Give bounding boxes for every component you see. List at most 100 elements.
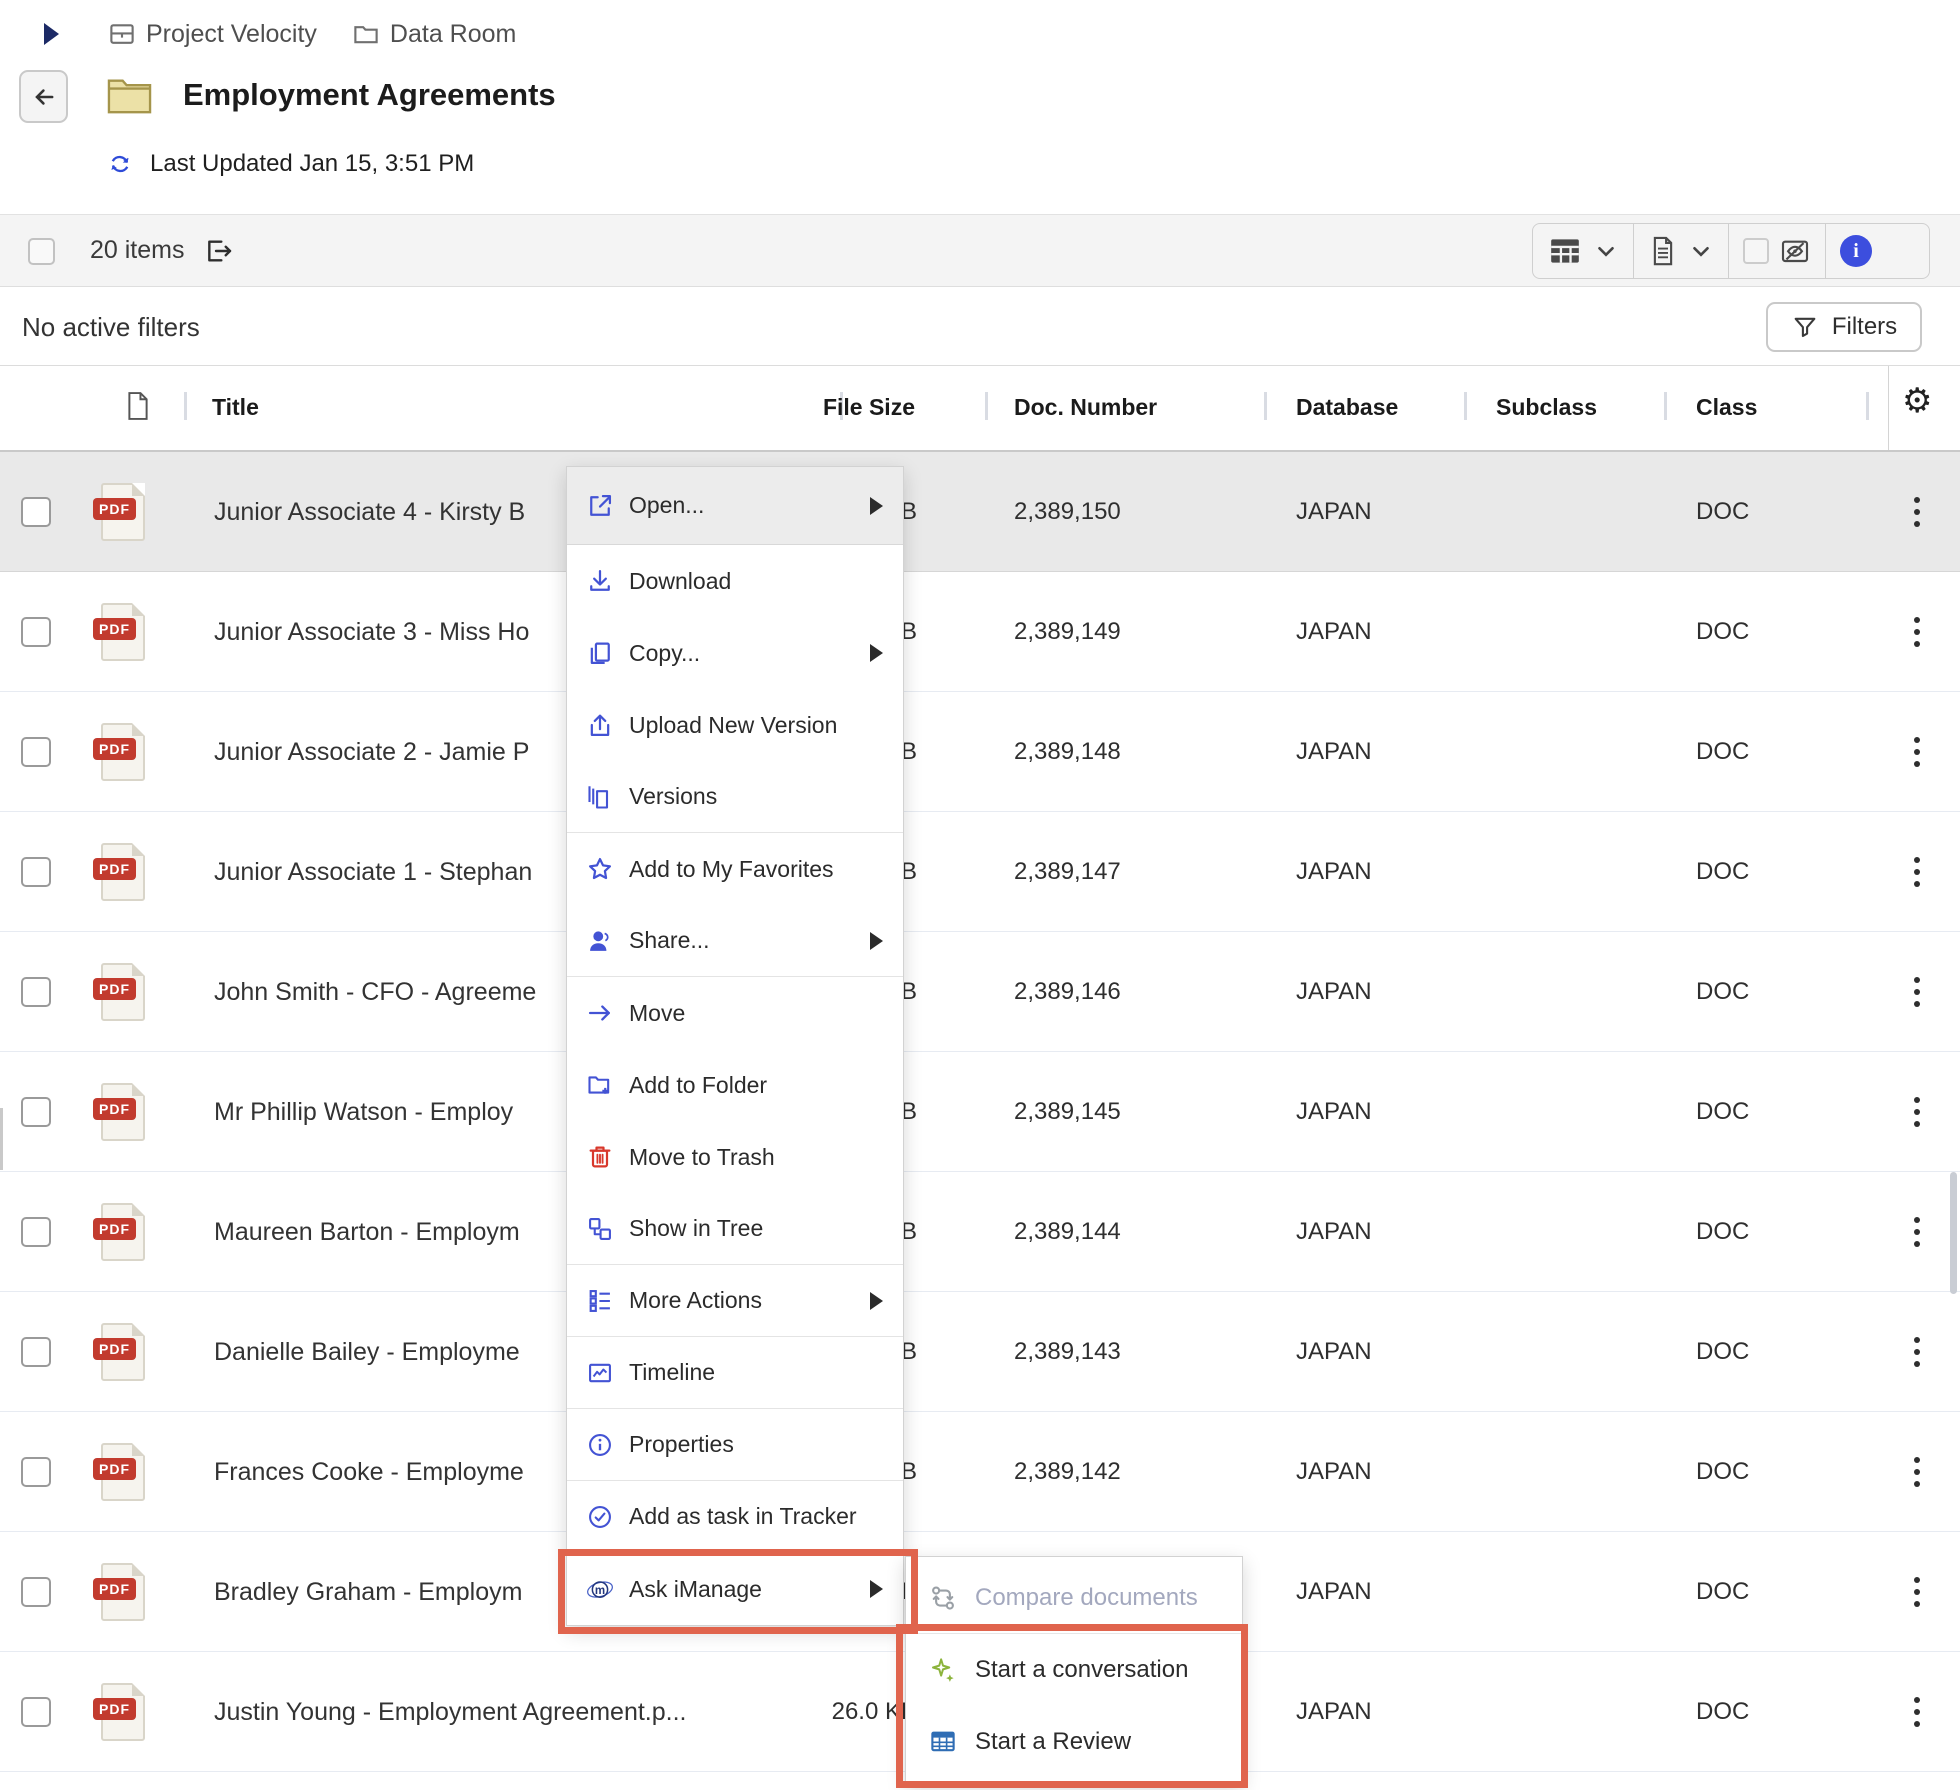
row-checkbox[interactable] xyxy=(21,1457,51,1487)
pdf-file-icon: PDF xyxy=(101,963,145,1021)
menu-item-upload-new-version[interactable]: Upload New Version xyxy=(567,689,903,761)
filters-button[interactable]: Filters xyxy=(1766,302,1922,352)
submenu-arrow-icon xyxy=(870,1292,883,1310)
table-row[interactable]: PDF Junior Associate 2 - Jamie P 26.0 KB… xyxy=(0,692,1960,812)
table-row[interactable]: PDF Junior Associate 1 - Stephan 26.0 KB… xyxy=(0,812,1960,932)
row-title[interactable]: Frances Cooke - Employme xyxy=(214,1458,524,1487)
table-row[interactable]: PDF Frances Cooke - Employme 26.0 KB 2,3… xyxy=(0,1412,1960,1532)
menu-item-copy[interactable]: Copy... xyxy=(567,617,903,689)
row-title[interactable]: John Smith - CFO - Agreeme xyxy=(214,978,536,1007)
table-row[interactable]: PDF Junior Associate 3 - Miss Ho 26.0 KB… xyxy=(0,572,1960,692)
table-row[interactable]: PDF Maureen Barton - Employm 26.0 KB 2,3… xyxy=(0,1172,1960,1292)
column-header-subclass[interactable]: Subclass xyxy=(1496,394,1597,421)
submenu-item-start-a-review[interactable]: Start a Review xyxy=(906,1706,1242,1778)
back-button[interactable] xyxy=(19,70,68,123)
refresh-icon[interactable] xyxy=(106,150,134,178)
filter-bar: No active filters Filters xyxy=(0,287,1960,366)
star-icon xyxy=(585,854,615,884)
column-separator xyxy=(1464,392,1467,420)
row-title[interactable]: Bradley Graham - Employm xyxy=(214,1578,522,1607)
row-title[interactable]: Justin Young - Employment Agreement.p... xyxy=(214,1698,687,1727)
vertical-scrollbar[interactable] xyxy=(1950,1172,1957,1294)
row-title[interactable]: Mr Phillip Watson - Employ xyxy=(214,1098,513,1127)
menu-item-move[interactable]: Move xyxy=(567,977,903,1049)
row-checkbox[interactable] xyxy=(21,977,51,1007)
submenu-item-start-a-conversation[interactable]: Start a conversation xyxy=(906,1634,1242,1706)
row-checkbox[interactable] xyxy=(21,617,51,647)
table-row[interactable]: PDF Junior Associate 4 - Kirsty B 26.0 K… xyxy=(0,452,1960,572)
row-checkbox[interactable] xyxy=(21,737,51,767)
row-title[interactable]: Junior Associate 2 - Jamie P xyxy=(214,738,529,767)
table-row[interactable]: PDF Danielle Bailey - Employme 26.0 KB 2… xyxy=(0,1292,1960,1412)
row-title[interactable]: Junior Associate 3 - Miss Ho xyxy=(214,618,529,647)
row-actions-kebab-icon[interactable] xyxy=(1904,730,1930,774)
row-actions-kebab-icon[interactable] xyxy=(1904,850,1930,894)
column-settings-gear-icon[interactable]: ⚙ xyxy=(1902,384,1932,418)
row-actions-kebab-icon[interactable] xyxy=(1904,1450,1930,1494)
row-actions-kebab-icon[interactable] xyxy=(1904,1690,1930,1734)
info-button[interactable]: i xyxy=(1825,224,1886,278)
svg-text:m: m xyxy=(595,1585,605,1597)
menu-item-show-in-tree[interactable]: Show in Tree xyxy=(567,1193,903,1265)
table-view-button[interactable] xyxy=(1533,224,1633,278)
row-actions-kebab-icon[interactable] xyxy=(1904,490,1930,534)
row-checkbox[interactable] xyxy=(21,1577,51,1607)
menu-item-add-to-favorites[interactable]: Add to My Favorites xyxy=(567,833,903,905)
column-header-title[interactable]: Title xyxy=(212,394,259,421)
export-icon[interactable] xyxy=(202,235,234,267)
menu-item-add-as-task[interactable]: Add as task in Tracker xyxy=(567,1481,903,1553)
submenu-arrow-icon xyxy=(870,497,883,515)
menu-item-more-actions[interactable]: More Actions xyxy=(567,1265,903,1337)
row-class: DOC xyxy=(1696,1098,1749,1126)
preview-checkbox[interactable] xyxy=(1743,238,1769,264)
menu-item-versions[interactable]: Versions xyxy=(567,761,903,833)
column-header-file-size[interactable]: File Size xyxy=(700,394,915,421)
file-type-column-icon[interactable] xyxy=(125,390,151,422)
expand-caret-icon[interactable] xyxy=(44,23,59,45)
menu-item-download[interactable]: Download xyxy=(567,545,903,617)
row-checkbox[interactable] xyxy=(21,1697,51,1727)
table-row[interactable]: PDF Mr Phillip Watson - Employ 26.0 KB 2… xyxy=(0,1052,1960,1172)
select-all-checkbox[interactable] xyxy=(28,238,55,265)
breadcrumb-folder-label: Data Room xyxy=(390,20,516,49)
row-actions-kebab-icon[interactable] xyxy=(1904,970,1930,1014)
row-class: DOC xyxy=(1696,498,1749,526)
breadcrumb-workspace[interactable]: Project Velocity xyxy=(107,19,317,49)
column-header-doc-number[interactable]: Doc. Number xyxy=(1014,394,1157,421)
row-checkbox[interactable] xyxy=(21,1097,51,1127)
row-checkbox[interactable] xyxy=(21,497,51,527)
row-doc-number: 2,389,148 xyxy=(1014,738,1121,766)
column-header-class[interactable]: Class xyxy=(1696,394,1757,421)
row-actions-kebab-icon[interactable] xyxy=(1904,1330,1930,1374)
menu-item-move-to-trash[interactable]: Move to Trash xyxy=(567,1121,903,1193)
row-class: DOC xyxy=(1696,618,1749,646)
row-title[interactable]: Junior Associate 4 - Kirsty B xyxy=(214,498,525,527)
breadcrumb-folder[interactable]: Data Room xyxy=(351,19,516,49)
row-database: JAPAN xyxy=(1296,1578,1372,1606)
row-checkbox[interactable] xyxy=(21,1337,51,1367)
preview-toggle-group[interactable] xyxy=(1728,224,1825,278)
menu-item-add-to-folder[interactable]: Add to Folder xyxy=(567,1049,903,1121)
row-title[interactable]: Junior Associate 1 - Stephan xyxy=(214,858,532,887)
menu-item-timeline[interactable]: Timeline xyxy=(567,1337,903,1409)
row-actions-kebab-icon[interactable] xyxy=(1904,1210,1930,1254)
row-title[interactable]: Danielle Bailey - Employme xyxy=(214,1338,520,1367)
row-checkbox[interactable] xyxy=(21,1217,51,1247)
row-actions-kebab-icon[interactable] xyxy=(1904,610,1930,654)
menu-item-share[interactable]: Share... xyxy=(567,905,903,977)
menu-item-properties[interactable]: Properties xyxy=(567,1409,903,1481)
filters-button-label: Filters xyxy=(1832,313,1897,341)
column-header-database[interactable]: Database xyxy=(1296,394,1398,421)
document-view-button[interactable] xyxy=(1633,224,1728,278)
row-actions-kebab-icon[interactable] xyxy=(1904,1090,1930,1134)
preview-hidden-icon[interactable] xyxy=(1779,236,1811,266)
row-actions-kebab-icon[interactable] xyxy=(1904,1570,1930,1614)
row-checkbox[interactable] xyxy=(21,857,51,887)
row-title[interactable]: Maureen Barton - Employm xyxy=(214,1218,520,1247)
list-icon xyxy=(585,1286,615,1316)
menu-item-ask-imanage[interactable]: m Ask iManage xyxy=(567,1553,903,1625)
menu-item-open[interactable]: Open... xyxy=(567,467,903,545)
pdf-file-icon: PDF xyxy=(101,1203,145,1261)
table-row[interactable]: PDF John Smith - CFO - Agreeme 26.0 KB 2… xyxy=(0,932,1960,1052)
pdf-file-icon: PDF xyxy=(101,843,145,901)
